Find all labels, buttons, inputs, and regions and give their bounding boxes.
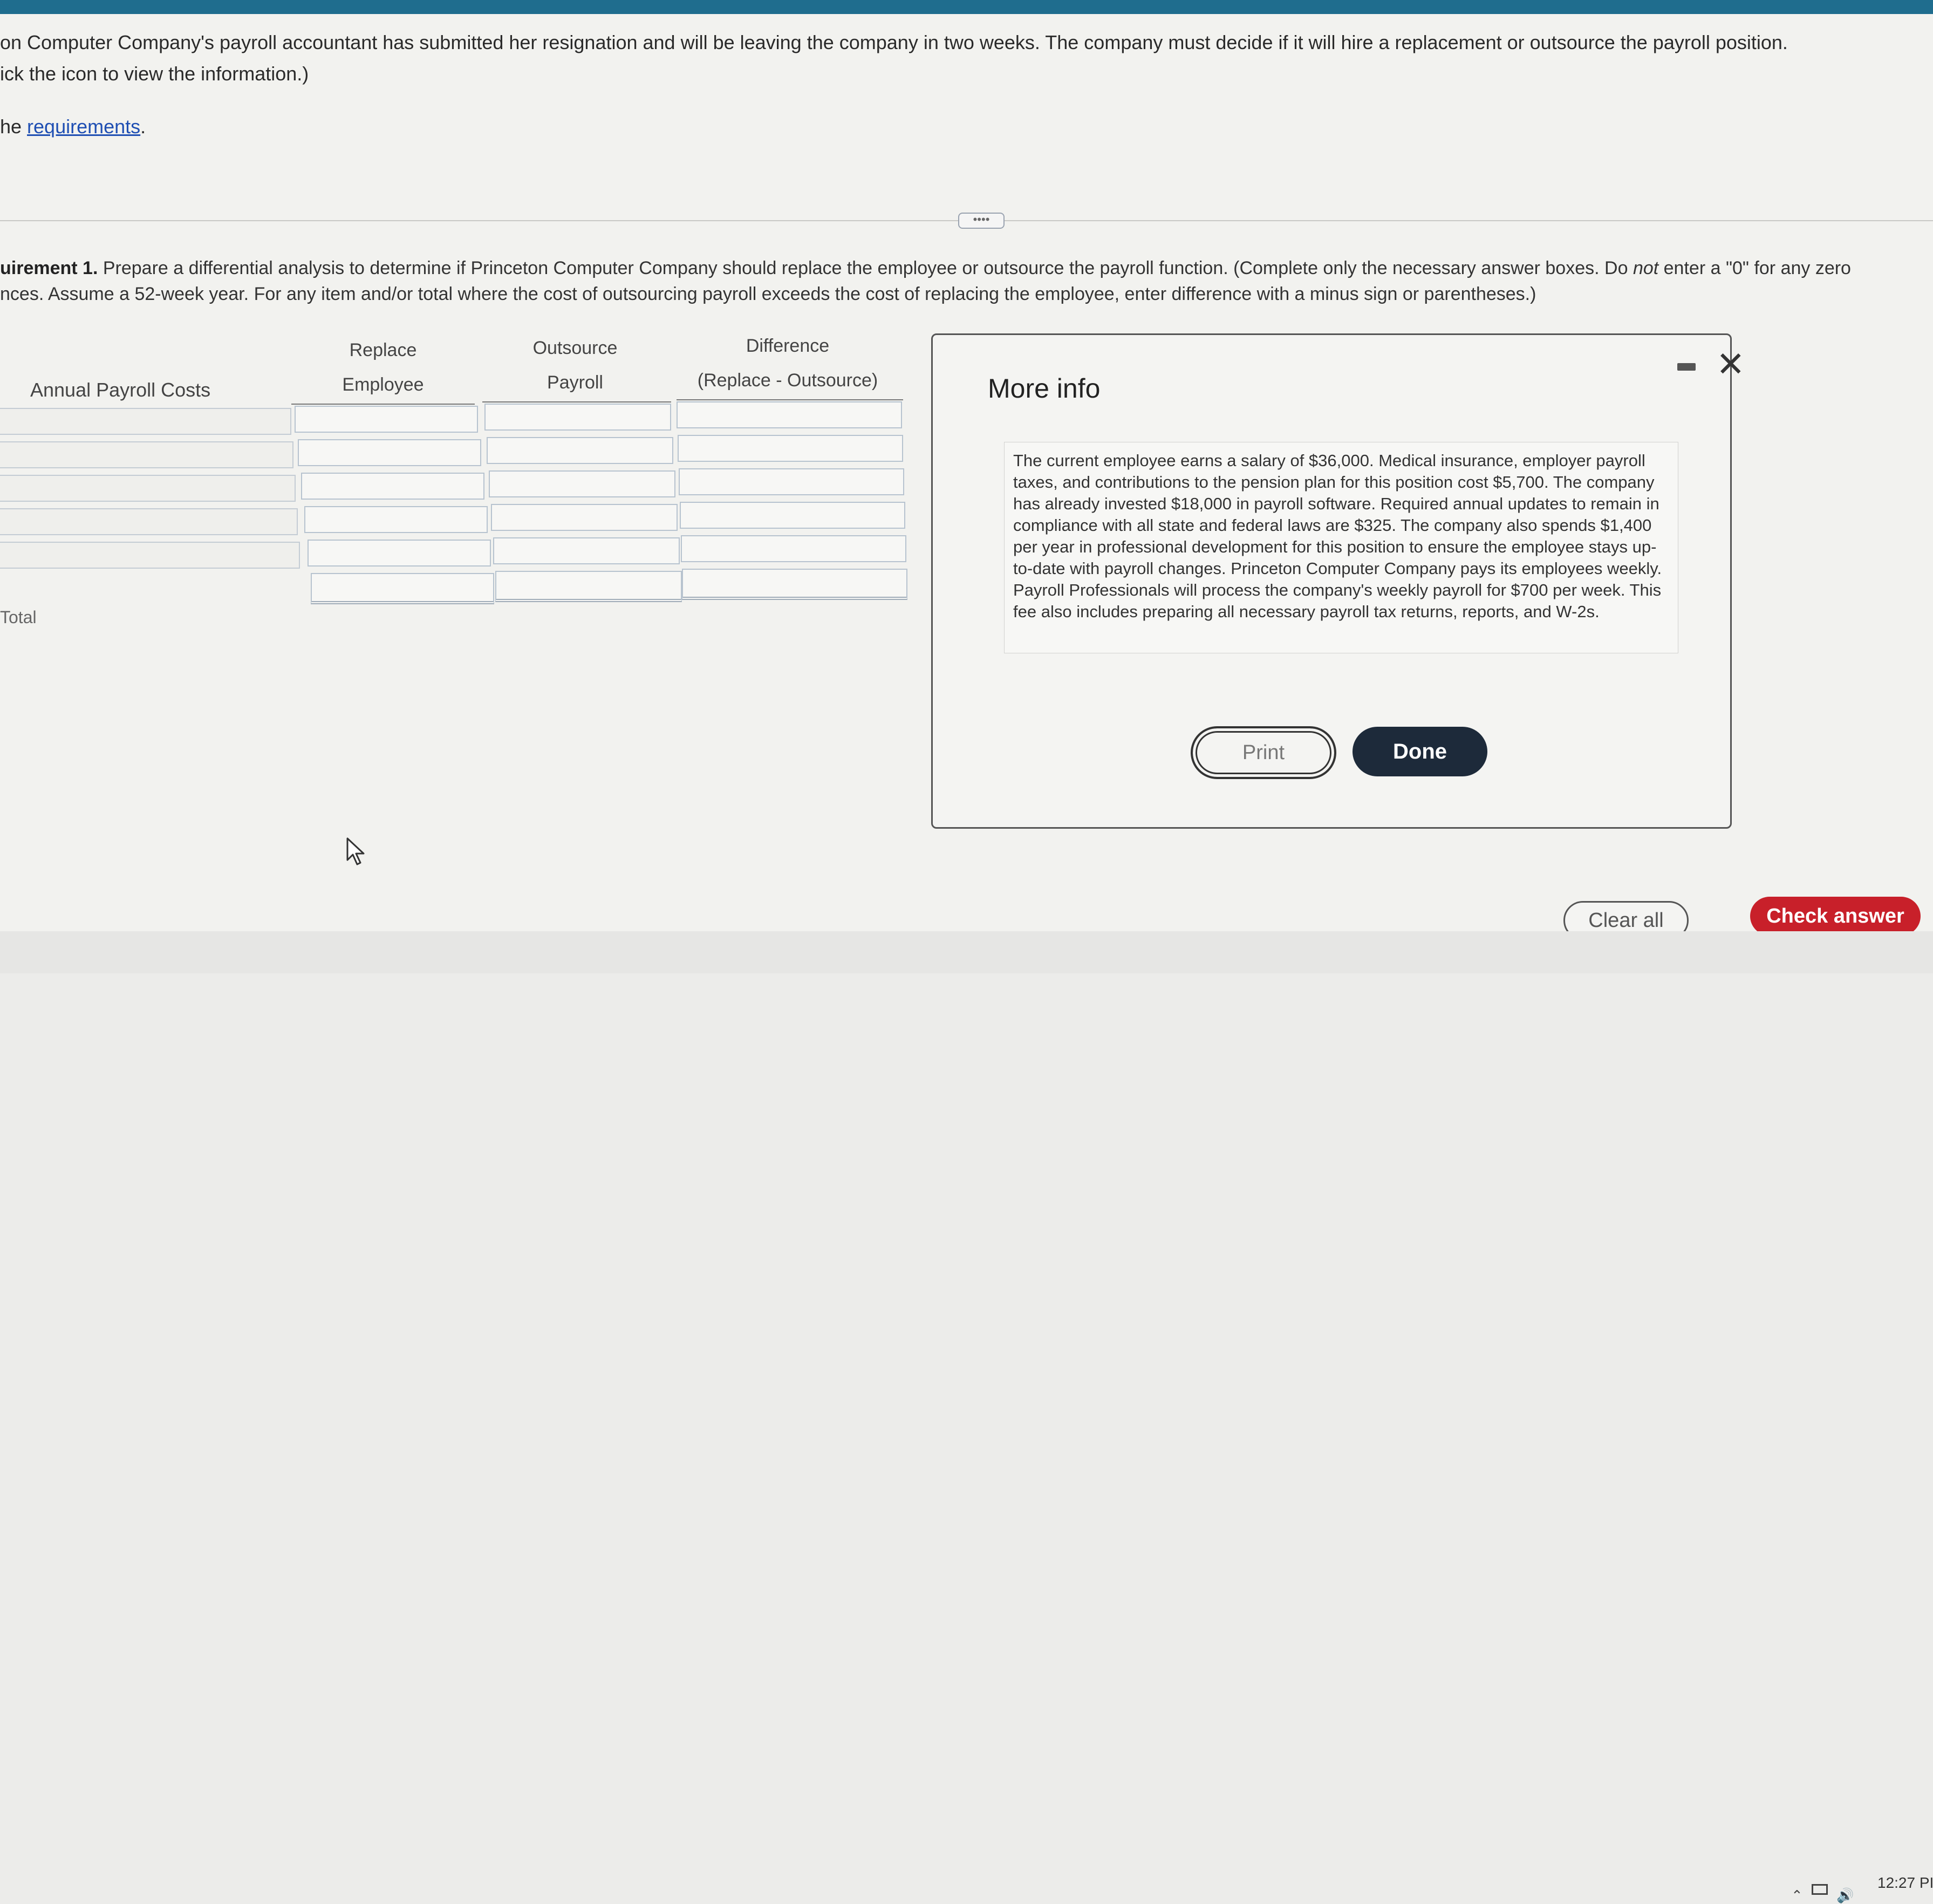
- difference-total-input[interactable]: [682, 569, 907, 600]
- replace-total-input[interactable]: [311, 573, 494, 604]
- intro-line-1: on Computer Company's payroll accountant…: [0, 31, 1788, 53]
- row-label-input[interactable]: [0, 542, 300, 569]
- row-label-input[interactable]: [0, 408, 291, 435]
- more-info-text: The current employee earns a salary of $…: [1004, 442, 1678, 653]
- difference-input[interactable]: [679, 468, 904, 495]
- requirement-line-2: nces. Assume a 52-week year. For any ite…: [0, 284, 1536, 304]
- check-answer-button[interactable]: Check answer: [1750, 897, 1921, 936]
- taskbar: ⌃ 🔊 12:27 PI: [0, 931, 1933, 1903]
- col-replace-header-1: Replace: [349, 340, 417, 360]
- requirements-link[interactable]: requirements: [27, 115, 140, 138]
- question-page: on Computer Company's payroll accountant…: [0, 14, 1933, 940]
- col-difference-header-1: Difference: [746, 336, 830, 356]
- total-label: Total: [0, 608, 37, 627]
- col-outsource-header-2: Payroll: [547, 372, 603, 393]
- row-label-input[interactable]: [0, 508, 298, 535]
- outsource-input[interactable]: [487, 437, 673, 464]
- replace-input[interactable]: [301, 473, 484, 500]
- replace-input[interactable]: [304, 506, 488, 533]
- intro-line-2: ick the icon to view the information.): [0, 63, 309, 85]
- close-icon[interactable]: ✕: [1716, 347, 1745, 381]
- dialog-title: More info: [988, 373, 1101, 404]
- outsource-input[interactable]: [491, 504, 678, 531]
- replace-input[interactable]: [298, 439, 481, 466]
- minimize-icon[interactable]: [1677, 363, 1696, 371]
- col-replace-header-2: Employee: [342, 374, 424, 395]
- col-outsource-header-1: Outsource: [532, 338, 618, 358]
- difference-input[interactable]: [677, 401, 902, 428]
- header-rule-1: [291, 404, 475, 405]
- display-icon[interactable]: [1812, 1884, 1828, 1895]
- difference-input[interactable]: [678, 435, 903, 462]
- header-rule-3: [677, 399, 903, 400]
- requirement-line-1: uirement 1. Prepare a differential analy…: [0, 258, 1851, 279]
- replace-input[interactable]: [295, 406, 478, 433]
- requirement-label: uirement 1.: [0, 258, 98, 278]
- requirement-text-1: Prepare a differential analysis to deter…: [98, 258, 1633, 278]
- done-button[interactable]: Done: [1353, 727, 1487, 776]
- chevron-up-icon[interactable]: ⌃: [1791, 1887, 1803, 1904]
- mouse-pointer-icon: [346, 837, 365, 865]
- outsource-total-input[interactable]: [495, 571, 682, 602]
- speaker-icon[interactable]: 🔊: [1836, 1887, 1854, 1904]
- header-rule-2: [482, 401, 671, 402]
- requirement-text-2: enter a "0" for any zero: [1658, 258, 1851, 278]
- more-info-dialog: More info ✕ The current employee earns a…: [931, 333, 1745, 829]
- row-label-input[interactable]: [0, 475, 296, 502]
- outsource-input[interactable]: [484, 404, 671, 431]
- outsource-input[interactable]: [489, 470, 675, 497]
- intro-line-3-prefix: he: [0, 115, 28, 138]
- row-label-input[interactable]: [0, 441, 293, 468]
- difference-input[interactable]: [680, 502, 905, 529]
- requirement-not: not: [1633, 258, 1659, 278]
- outsource-input[interactable]: [493, 537, 680, 564]
- expand-more-button[interactable]: ••••: [958, 213, 1005, 229]
- replace-input[interactable]: [308, 540, 491, 567]
- annual-payroll-costs-header: Annual Payroll Costs: [30, 379, 211, 401]
- col-difference-header-2: (Replace - Outsource): [697, 370, 878, 391]
- difference-input[interactable]: [681, 535, 906, 562]
- system-clock[interactable]: 12:27 PI: [1877, 1874, 1933, 1892]
- intro-line-3: he requirements.: [0, 115, 146, 138]
- intro-line-3-suffix: .: [140, 115, 146, 138]
- print-button[interactable]: Print: [1191, 726, 1336, 779]
- browser-top-strip: [0, 0, 1933, 14]
